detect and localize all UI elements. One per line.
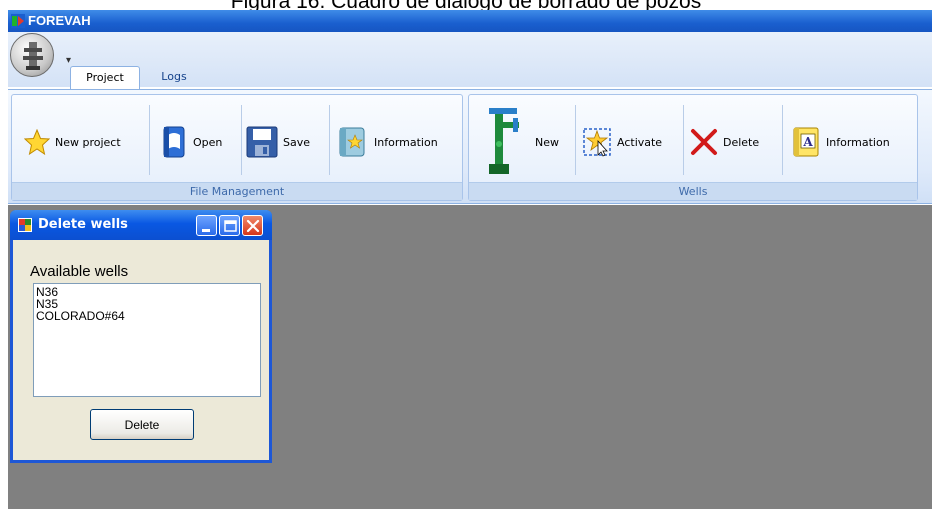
dialog-body: Available wells N36 N35 COLORADO#64 Dele… — [13, 240, 269, 460]
close-button[interactable] — [242, 215, 263, 236]
activate-button[interactable]: Activate — [582, 115, 662, 169]
well-tree-icon — [489, 108, 519, 174]
red-x-icon — [691, 129, 717, 155]
app-title: FOREVAH — [28, 13, 91, 28]
minimize-button[interactable] — [196, 215, 217, 236]
list-item[interactable]: N36 — [36, 286, 258, 298]
ribbon-separator — [683, 105, 684, 175]
ribbon-separator — [241, 105, 242, 175]
forevah-logo-icon — [11, 14, 25, 28]
save-label: Save — [283, 135, 311, 149]
tab-project[interactable]: Project — [70, 66, 140, 89]
delete-button[interactable]: Delete — [90, 409, 194, 440]
quick-access-toolbar: ▾ — [8, 32, 932, 87]
close-icon — [246, 219, 260, 233]
open-button[interactable]: Open — [160, 115, 222, 169]
ribbon-group-label: Wells — [469, 182, 917, 200]
delete-well-label: Delete — [723, 135, 760, 149]
new-well-label: New — [535, 135, 559, 149]
activate-star-cursor-icon — [583, 128, 611, 157]
minimize-icon — [202, 229, 210, 232]
floppy-disk-icon — [246, 126, 278, 158]
ribbon-separator — [329, 105, 330, 175]
save-button[interactable]: Save — [246, 115, 310, 169]
maximize-icon — [224, 220, 237, 232]
title-bar: FOREVAH — [8, 10, 932, 32]
file-information-button[interactable]: Information — [335, 115, 438, 169]
maximize-button[interactable] — [219, 215, 240, 236]
open-label: Open — [193, 135, 223, 149]
new-project-button[interactable]: New project — [24, 115, 121, 169]
window-app-icon — [18, 218, 32, 232]
application-orb-icon — [23, 42, 43, 70]
ribbon-group-label: File Management — [12, 182, 462, 200]
delete-well-button[interactable]: Delete — [690, 115, 759, 169]
list-item[interactable]: COLORADO#64 — [36, 310, 258, 322]
star-icon — [24, 129, 50, 155]
wells-information-button[interactable]: A Information — [791, 115, 890, 169]
tab-logs[interactable]: Logs — [148, 66, 200, 89]
dialog-title-bar[interactable]: Delete wells — [10, 210, 272, 240]
ribbon-separator — [149, 105, 150, 175]
ribbon-separator — [575, 105, 576, 175]
delete-wells-dialog: Delete wells Available wells N36 N35 COL… — [10, 210, 272, 463]
quick-access-dropdown[interactable]: ▾ — [66, 55, 71, 66]
ribbon-group-file-management: New project Open Save Information File M… — [11, 94, 463, 201]
application-orb-button[interactable] — [10, 33, 54, 77]
wells-listbox[interactable]: N36 N35 COLORADO#64 — [33, 283, 261, 397]
yellow-book-a-icon: A — [793, 127, 819, 157]
activate-label: Activate — [617, 135, 663, 149]
open-book-icon — [163, 126, 185, 158]
ribbon: New project Open Save Information File M… — [8, 89, 932, 204]
ribbon-separator — [782, 105, 783, 175]
app-window: FOREVAH ▾ Project Logs New project Open … — [8, 10, 932, 509]
new-well-button[interactable]: New — [485, 102, 559, 182]
dialog-title: Delete wells — [38, 217, 128, 232]
new-project-label: New project — [55, 135, 121, 149]
available-wells-label: Available wells — [30, 263, 129, 280]
ribbon-group-wells: New Activate Delete A Information Wells — [468, 94, 918, 201]
wells-information-label: Information — [826, 135, 890, 149]
info-book-icon — [339, 127, 365, 157]
svg-text:A: A — [802, 135, 813, 149]
file-information-label: Information — [374, 135, 438, 149]
